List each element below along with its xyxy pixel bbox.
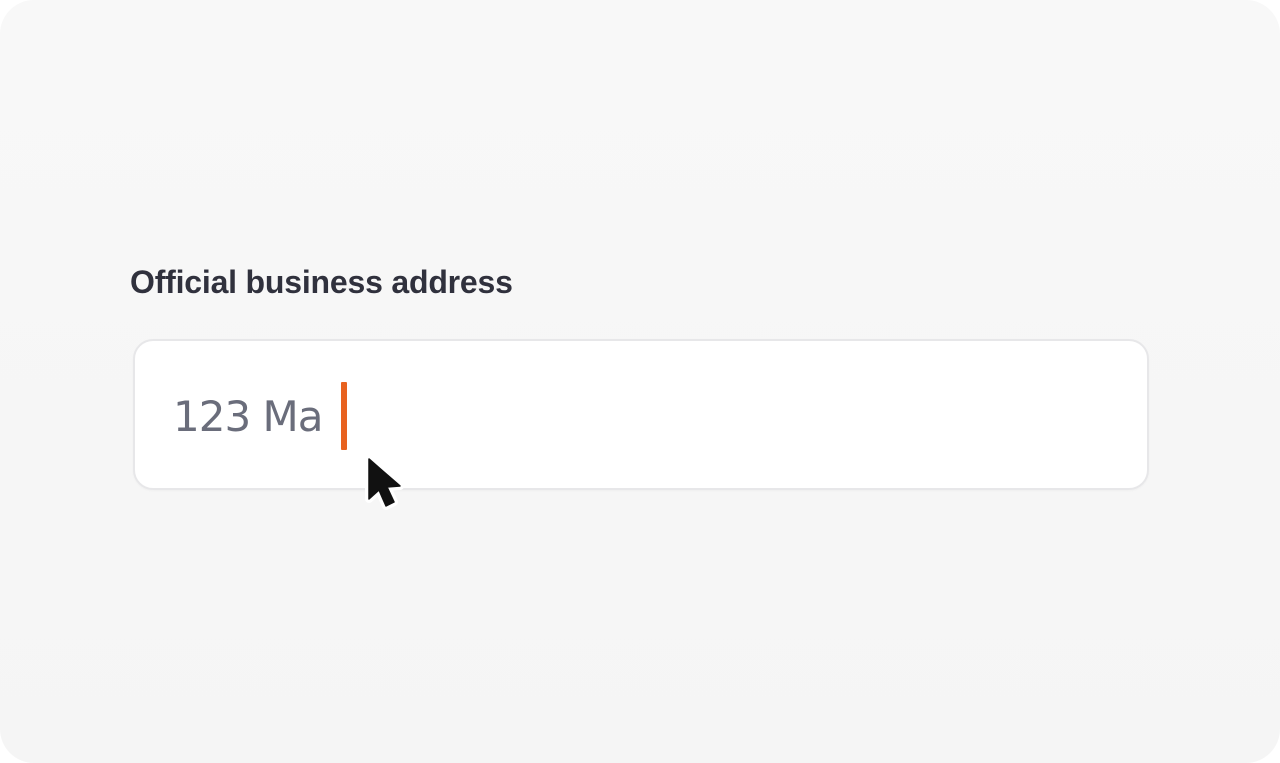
- form-card: Official business address 123 Ma: [0, 0, 1280, 763]
- business-address-input[interactable]: 123 Ma: [133, 339, 1149, 490]
- address-field-label: Official business address: [130, 264, 513, 300]
- mouse-pointer-icon: [365, 456, 404, 510]
- input-value-text: 123 Ma: [173, 392, 323, 441]
- text-caret: [341, 382, 347, 450]
